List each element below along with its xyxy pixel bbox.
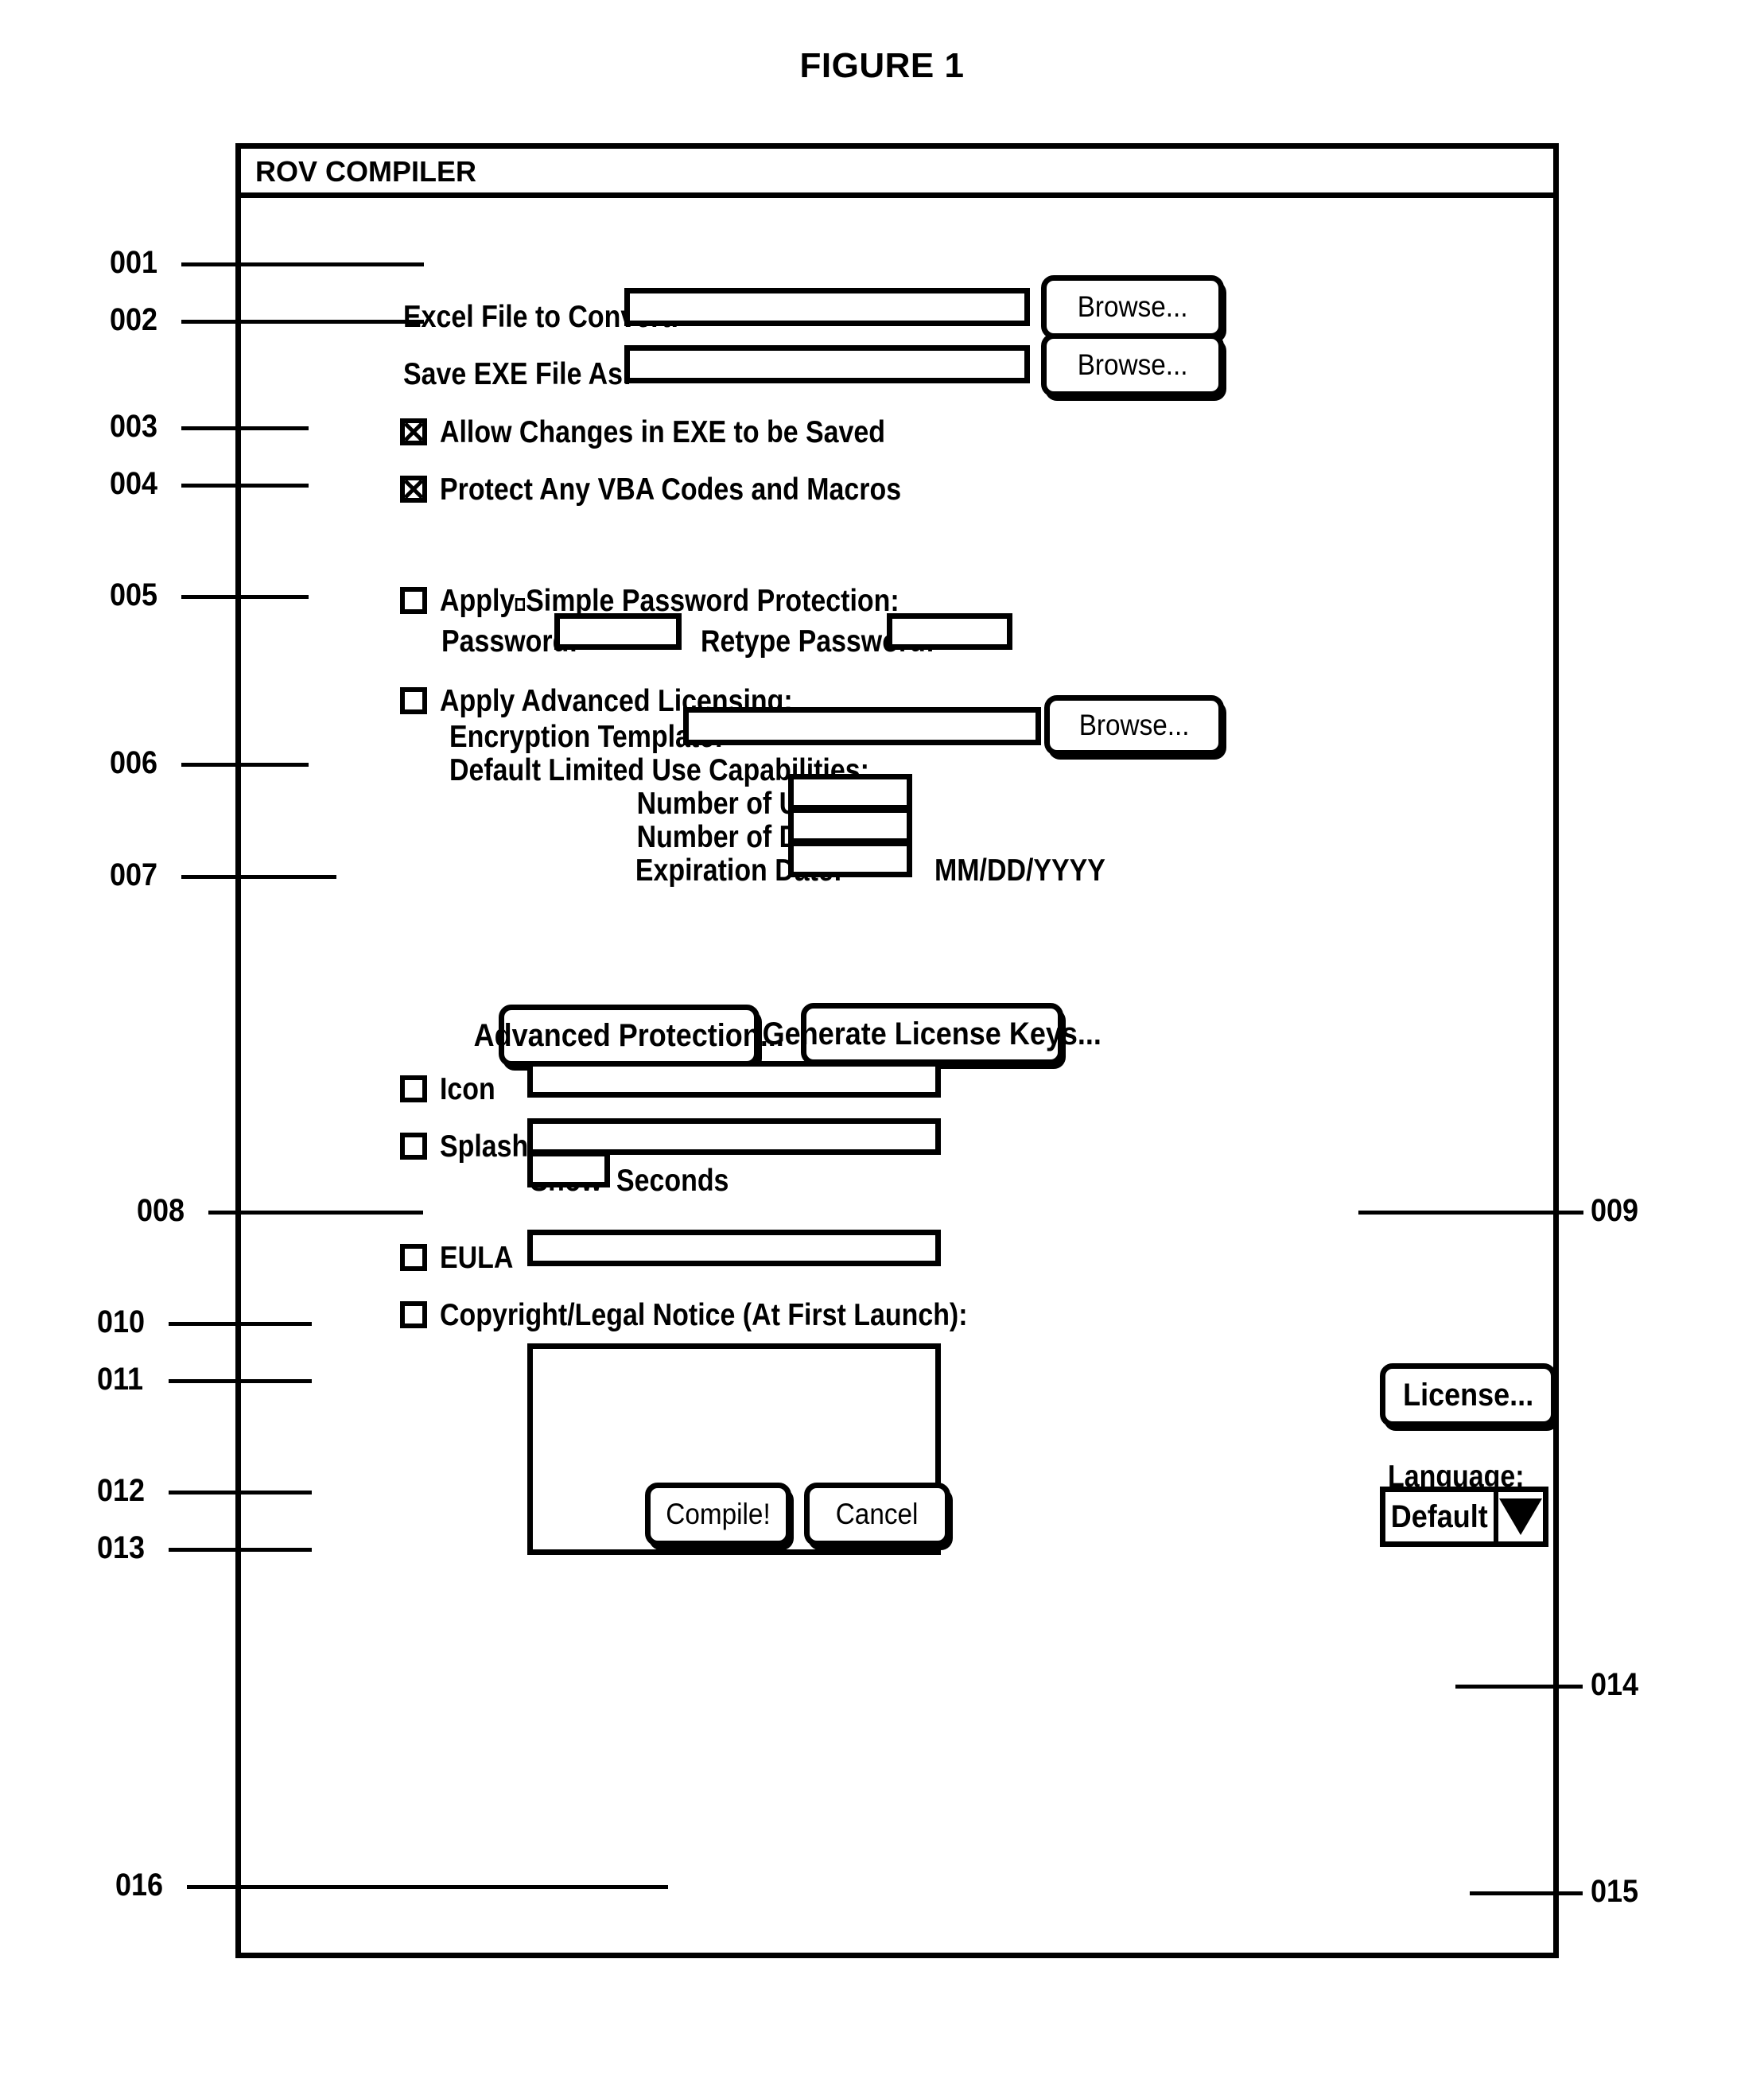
- simple-password-checkbox[interactable]: [400, 587, 427, 614]
- ref-numeral-004: 004: [110, 466, 158, 501]
- ref-numeral-009: 009: [1591, 1193, 1639, 1228]
- dialog-body: Excel File to Convert: Browse... Save EX…: [241, 198, 1556, 1953]
- show-seconds-input[interactable]: [527, 1151, 610, 1187]
- leader-line-001: [181, 262, 424, 266]
- icon-label: Icon: [440, 1072, 495, 1106]
- splash-label: Splash: [440, 1129, 529, 1164]
- leader-line-009: [1358, 1211, 1583, 1215]
- chevron-down-icon[interactable]: [1493, 1492, 1543, 1541]
- language-selected-value: Default: [1390, 1498, 1488, 1534]
- ref-numeral-003: 003: [110, 409, 158, 444]
- cancel-label: Cancel: [836, 1498, 919, 1530]
- ref-numeral-012: 012: [97, 1473, 146, 1508]
- leader-line-010: [169, 1322, 312, 1326]
- leader-line-011: [169, 1379, 312, 1383]
- ref-numeral-001: 001: [110, 245, 158, 280]
- leader-line-004: [181, 484, 309, 488]
- protect-vba-label: Protect Any VBA Codes and Macros: [440, 472, 902, 507]
- seconds-label: Seconds: [616, 1164, 729, 1198]
- generate-license-keys-label: Generate License Keys...: [762, 1016, 1102, 1051]
- excel-file-input[interactable]: [624, 288, 1030, 326]
- ref-numeral-016: 016: [115, 1868, 164, 1903]
- rov-compiler-dialog: ROV COMPILER Excel File to Convert: Brow…: [235, 143, 1559, 1958]
- dialog-title: ROV COMPILER: [255, 155, 477, 188]
- ref-numeral-011: 011: [97, 1362, 144, 1397]
- advanced-protection-label: Advanced Protection...: [473, 1017, 785, 1053]
- allow-changes-checkbox[interactable]: [400, 418, 427, 445]
- leader-line-013: [169, 1548, 312, 1552]
- simple-password-label: Apply Simple Password Protection:: [440, 585, 899, 616]
- expiration-date-input[interactable]: [788, 841, 912, 877]
- ref-numeral-010: 010: [97, 1304, 146, 1339]
- ref-numeral-006: 006: [110, 745, 158, 780]
- dialog-titlebar: ROV COMPILER: [241, 149, 1553, 198]
- license-button[interactable]: License...: [1380, 1363, 1556, 1427]
- protect-vba-checkbox[interactable]: [400, 476, 427, 503]
- icon-path-input[interactable]: [527, 1061, 941, 1098]
- language-select[interactable]: Default: [1380, 1487, 1548, 1547]
- generate-license-keys-button[interactable]: Generate License Keys...: [763, 1003, 1102, 1065]
- splash-path-input[interactable]: [527, 1118, 941, 1155]
- leader-line-015: [1470, 1891, 1583, 1895]
- ref-numeral-015: 015: [1591, 1874, 1639, 1909]
- compile-button[interactable]: Compile!: [645, 1483, 791, 1546]
- save-exe-label: Save EXE File As:: [403, 357, 632, 391]
- encryption-template-label: Encryption Template:: [449, 720, 724, 754]
- browse-encryption-template-button[interactable]: Browse...: [1044, 695, 1224, 756]
- license-label: License...: [1402, 1377, 1534, 1413]
- leader-line-012: [169, 1491, 312, 1494]
- leader-line-002: [181, 320, 424, 324]
- copyright-notice-checkbox[interactable]: [400, 1301, 427, 1328]
- leader-line-014: [1455, 1685, 1583, 1689]
- advanced-protection-button[interactable]: Advanced Protection...: [474, 1005, 784, 1067]
- browse-excel-button[interactable]: Browse...: [1041, 275, 1224, 339]
- number-of-days-input[interactable]: [788, 807, 912, 844]
- figure-title: FIGURE 1: [799, 46, 965, 85]
- encryption-template-input[interactable]: [683, 707, 1041, 745]
- expiration-date-format-hint: MM/DD/YYYY: [934, 853, 1105, 888]
- ref-numeral-014: 014: [1591, 1667, 1639, 1702]
- leader-line-016: [187, 1885, 668, 1889]
- splash-checkbox[interactable]: [400, 1133, 427, 1160]
- eula-label: EULA: [440, 1241, 514, 1275]
- ref-numeral-007: 007: [110, 857, 158, 892]
- leader-line-007: [181, 875, 336, 879]
- copyright-notice-label: Copyright/Legal Notice (At First Launch)…: [440, 1298, 968, 1332]
- password-input[interactable]: [554, 613, 682, 650]
- compile-label: Compile!: [666, 1498, 771, 1530]
- leader-line-006: [181, 763, 309, 767]
- number-of-uses-input[interactable]: [788, 774, 912, 810]
- retype-password-input[interactable]: [887, 613, 1012, 650]
- browse-excel-label: Browse...: [1077, 290, 1188, 323]
- eula-path-input[interactable]: [527, 1230, 941, 1266]
- ref-numeral-002: 002: [110, 302, 158, 337]
- ref-numeral-008: 008: [137, 1193, 185, 1228]
- ref-numeral-005: 005: [110, 577, 158, 612]
- browse-exe-button[interactable]: Browse...: [1041, 333, 1224, 397]
- browse-encryption-label: Browse...: [1078, 709, 1190, 741]
- browse-exe-label: Browse...: [1077, 348, 1188, 381]
- leader-line-005: [181, 595, 309, 599]
- cancel-button[interactable]: Cancel: [804, 1483, 950, 1546]
- save-exe-input[interactable]: [624, 345, 1030, 383]
- missing-glyph-icon: [515, 598, 526, 611]
- leader-line-008: [208, 1211, 423, 1215]
- chevron-down-glyph: [1498, 1498, 1542, 1535]
- allow-changes-label: Allow Changes in EXE to be Saved: [440, 415, 885, 449]
- ref-numeral-013: 013: [97, 1530, 146, 1565]
- eula-checkbox[interactable]: [400, 1244, 427, 1271]
- simple-password-label-part-a: Apply: [440, 584, 515, 618]
- icon-checkbox[interactable]: [400, 1075, 427, 1102]
- leader-line-003: [181, 426, 309, 430]
- advanced-licensing-checkbox[interactable]: [400, 687, 427, 714]
